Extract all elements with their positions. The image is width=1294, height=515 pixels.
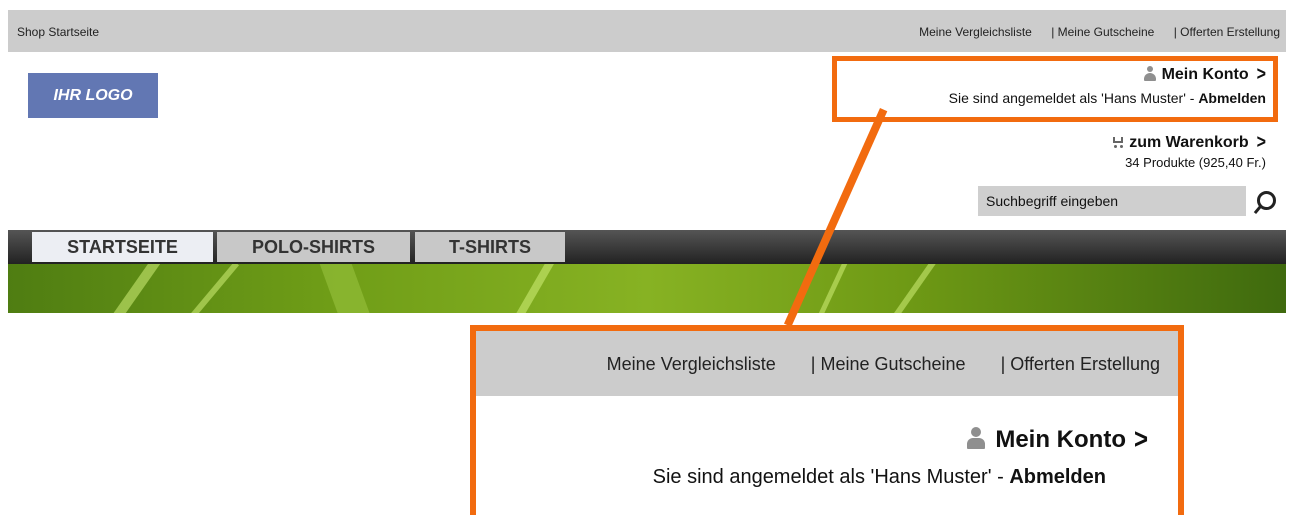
zoom-callout: Meine Vergleichsliste | Meine Gutscheine… bbox=[470, 325, 1184, 515]
cart-summary: 34 Produkte (925,40 Fr.) bbox=[1125, 155, 1266, 170]
cart-link[interactable]: zum Warenkorb > bbox=[1111, 132, 1266, 153]
header-banner bbox=[8, 264, 1286, 313]
zoom-my-account-link[interactable]: Mein Konto > bbox=[967, 423, 1148, 456]
tab-t-shirts[interactable]: T-SHIRTS bbox=[415, 232, 565, 262]
zoom-login-status-text: Sie sind angemeldet als 'Hans Muster' - bbox=[652, 466, 1010, 488]
zoom-my-account-label: Mein Konto bbox=[995, 426, 1126, 453]
cart-block: zum Warenkorb > 34 Produkte (925,40 Fr.) bbox=[1111, 132, 1266, 170]
vouchers-link[interactable]: | Meine Gutscheine bbox=[1051, 25, 1154, 39]
zoom-vouchers-link[interactable]: | Meine Gutscheine bbox=[811, 354, 966, 374]
chevron-right-icon: > bbox=[1256, 132, 1266, 153]
cart-icon bbox=[1111, 136, 1125, 148]
logo[interactable]: IHR LOGO bbox=[28, 73, 158, 118]
user-icon bbox=[967, 427, 986, 449]
cart-label: zum Warenkorb bbox=[1129, 134, 1249, 151]
zoom-comparison-list-link[interactable]: Meine Vergleichsliste bbox=[607, 354, 776, 374]
tab-polo-shirts[interactable]: POLO-SHIRTS bbox=[217, 232, 410, 262]
zoom-login-status: Sie sind angemeldet als 'Hans Muster' - … bbox=[653, 466, 1106, 489]
top-links: Meine Vergleichsliste | Meine Gutscheine… bbox=[919, 25, 1280, 39]
tab-startseite[interactable]: STARTSEITE bbox=[32, 232, 213, 262]
zoom-logout-link[interactable]: Abmelden bbox=[1009, 466, 1106, 488]
comparison-list-link[interactable]: Meine Vergleichsliste bbox=[919, 25, 1032, 39]
search-icon[interactable] bbox=[1252, 190, 1276, 215]
top-bar: Shop Startseite Meine Vergleichsliste | … bbox=[8, 10, 1286, 52]
chevron-right-icon: > bbox=[1133, 423, 1148, 456]
zoom-top-links: Meine Vergleichsliste | Meine Gutscheine… bbox=[607, 354, 1160, 375]
zoom-quote-creation-link[interactable]: | Offerten Erstellung bbox=[1001, 354, 1160, 374]
highlight-box bbox=[832, 56, 1278, 122]
search-input[interactable] bbox=[978, 186, 1246, 216]
shop-home-link[interactable]: Shop Startseite bbox=[17, 25, 99, 39]
quote-creation-link[interactable]: | Offerten Erstellung bbox=[1174, 25, 1280, 39]
